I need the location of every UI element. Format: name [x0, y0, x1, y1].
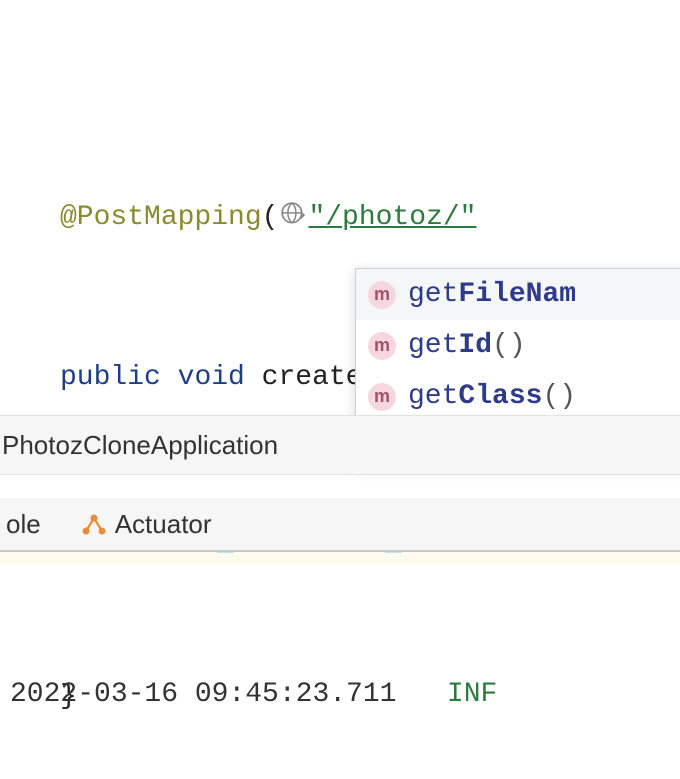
console-output[interactable]: 2022-03-16 09:45:23.711 INF — [10, 555, 680, 779]
annotation: @PostMapping — [60, 202, 262, 233]
autocomplete-item[interactable]: m getFileNam — [356, 269, 680, 320]
tool-window-tabs[interactable]: ole Actuator — [0, 498, 680, 552]
actuator-icon — [81, 512, 107, 536]
log-line[interactable]: 2022-03-16 09:45:23.711 INF — [10, 667, 680, 723]
tab-console[interactable]: ole — [0, 505, 47, 544]
run-config-bar[interactable]: PhotozCloneApplication — [0, 415, 680, 475]
method-icon: m — [368, 383, 396, 411]
method-icon: m — [368, 332, 396, 360]
method-icon: m — [368, 281, 396, 309]
run-config-name[interactable]: PhotozCloneApplication — [0, 430, 278, 461]
url-string: "/photoz/" — [308, 202, 476, 233]
tab-actuator[interactable]: Actuator — [75, 505, 218, 544]
url-globe-icon[interactable] — [278, 201, 308, 227]
code-line[interactable]: @PostMapping("/photoz/" — [0, 191, 680, 244]
autocomplete-item[interactable]: m getId() — [356, 320, 680, 371]
